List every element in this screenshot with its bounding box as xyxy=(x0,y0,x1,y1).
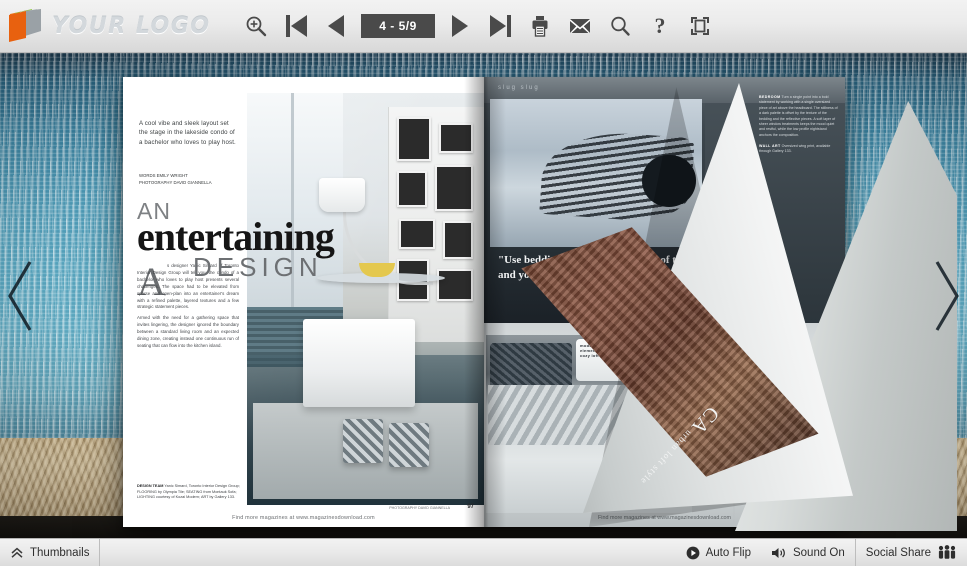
auto-flip-button[interactable]: Auto Flip xyxy=(676,539,761,566)
quote-attribution: YANIC SIMARD xyxy=(604,275,635,279)
search-icon[interactable] xyxy=(600,6,640,46)
photo-pillow-text: modern urban graphic element neutral cal… xyxy=(576,339,640,381)
thumbnails-button[interactable]: Thumbnails xyxy=(0,539,99,566)
sound-label: Sound On xyxy=(792,546,845,559)
top-toolbar: YOUR LOGO 4 - 5/9 ? xyxy=(0,0,967,53)
right-page-quote: "Use bedding to express the mood of the … xyxy=(498,253,728,285)
bottom-left-group: Thumbnails xyxy=(0,538,101,566)
body-paragraph-2: Armed with the need for a gathering spac… xyxy=(137,315,239,348)
right-page-slug: slug slug xyxy=(498,85,540,91)
fullscreen-icon[interactable] xyxy=(680,6,720,46)
double-chevron-up-icon xyxy=(10,546,24,560)
help-icon[interactable]: ? xyxy=(640,6,680,46)
photo-pillow-patterned xyxy=(490,343,572,389)
left-page-intro: A cool vibe and sleek layout set the sta… xyxy=(139,120,236,146)
left-page-footer: Find more magazines at www.magazinesdown… xyxy=(232,515,375,521)
page-left[interactable]: A cool vibe and sleek layout set the sta… xyxy=(123,77,484,527)
photo-ottoman xyxy=(389,423,429,467)
thumbnails-label: Thumbnails xyxy=(30,546,90,559)
left-page-headline: AN entertaining DESIGN xyxy=(137,200,367,283)
prev-page-arrow[interactable] xyxy=(6,260,36,332)
toolbar-buttons: 4 - 5/9 ? xyxy=(236,6,720,46)
last-page-icon[interactable] xyxy=(480,6,520,46)
auto-flip-label: Auto Flip xyxy=(705,546,751,559)
photo-armchair xyxy=(303,319,415,407)
bottom-toolbar: Thumbnails Auto Flip Sound On Social Sha… xyxy=(0,538,967,566)
social-share-button[interactable]: Social Share xyxy=(856,539,967,566)
credits-photography: PHOTOGRAPHY DAVID GIANNELLA xyxy=(139,179,212,185)
people-group-icon xyxy=(937,545,957,560)
bottom-right-group: Auto Flip Sound On Social Share xyxy=(676,538,967,566)
right-page-sidebar: BEDROOM Turn a single point into a bold … xyxy=(759,95,839,154)
print-icon[interactable] xyxy=(520,6,560,46)
left-page-credits: WORDS EMILY WRIGHT PHOTOGRAPHY DAVID GIA… xyxy=(139,173,243,186)
right-page-footer: Find more magazines at www.magazinesdown… xyxy=(597,515,732,521)
next-page-arrow[interactable] xyxy=(931,260,961,332)
headline-post: DESIGN xyxy=(193,252,323,282)
sidebar-text: Turn a single point into a bold statemen… xyxy=(759,95,838,137)
page-right[interactable]: slug slug "Use bedding to express the mo… xyxy=(484,77,845,527)
source-label: DESIGN TEAM xyxy=(137,484,164,489)
viewer-stage: A cool vibe and sleek layout set the sta… xyxy=(0,53,967,538)
headline-main: entertaining xyxy=(137,214,335,259)
left-page-photo-caption: PHOTOGRAPHY DAVID GIANNELLA xyxy=(389,506,450,510)
book-logo-icon xyxy=(6,8,46,44)
photo-nightstand xyxy=(733,407,805,477)
email-icon[interactable] xyxy=(560,6,600,46)
left-page-number: 97 xyxy=(467,504,474,510)
logo[interactable]: YOUR LOGO xyxy=(6,8,236,44)
flipbook-viewer: YOUR LOGO 4 - 5/9 ? A cool vibe and slee… xyxy=(0,0,967,566)
photo-lamp-box xyxy=(767,469,793,513)
photo-ottoman xyxy=(343,419,383,463)
flipbook[interactable]: A cool vibe and sleek layout set the sta… xyxy=(123,77,957,531)
divider xyxy=(99,538,101,566)
logo-text: YOUR LOGO xyxy=(52,13,211,39)
previous-page-icon[interactable] xyxy=(316,6,356,46)
sidebar-sub-label: WALL ART xyxy=(759,143,781,148)
next-page-icon[interactable] xyxy=(440,6,480,46)
photo-duvet xyxy=(488,385,688,445)
credits-words: WORDS EMILY WRIGHT xyxy=(139,173,188,178)
first-page-icon[interactable] xyxy=(276,6,316,46)
sound-toggle-button[interactable]: Sound On xyxy=(761,539,855,566)
svg-text:?: ? xyxy=(655,14,666,38)
sidebar-title: BEDROOM xyxy=(759,95,781,99)
left-page-source: DESIGN TEAM Yanic Simard, Toronto Interi… xyxy=(137,484,241,501)
social-share-label: Social Share xyxy=(865,546,931,559)
zoom-in-icon[interactable] xyxy=(236,6,276,46)
page-indicator[interactable]: 4 - 5/9 xyxy=(361,14,435,38)
left-page-photo xyxy=(247,93,484,505)
photo-wing-artwork xyxy=(490,99,702,247)
speaker-icon xyxy=(771,546,787,560)
play-icon xyxy=(686,546,700,560)
